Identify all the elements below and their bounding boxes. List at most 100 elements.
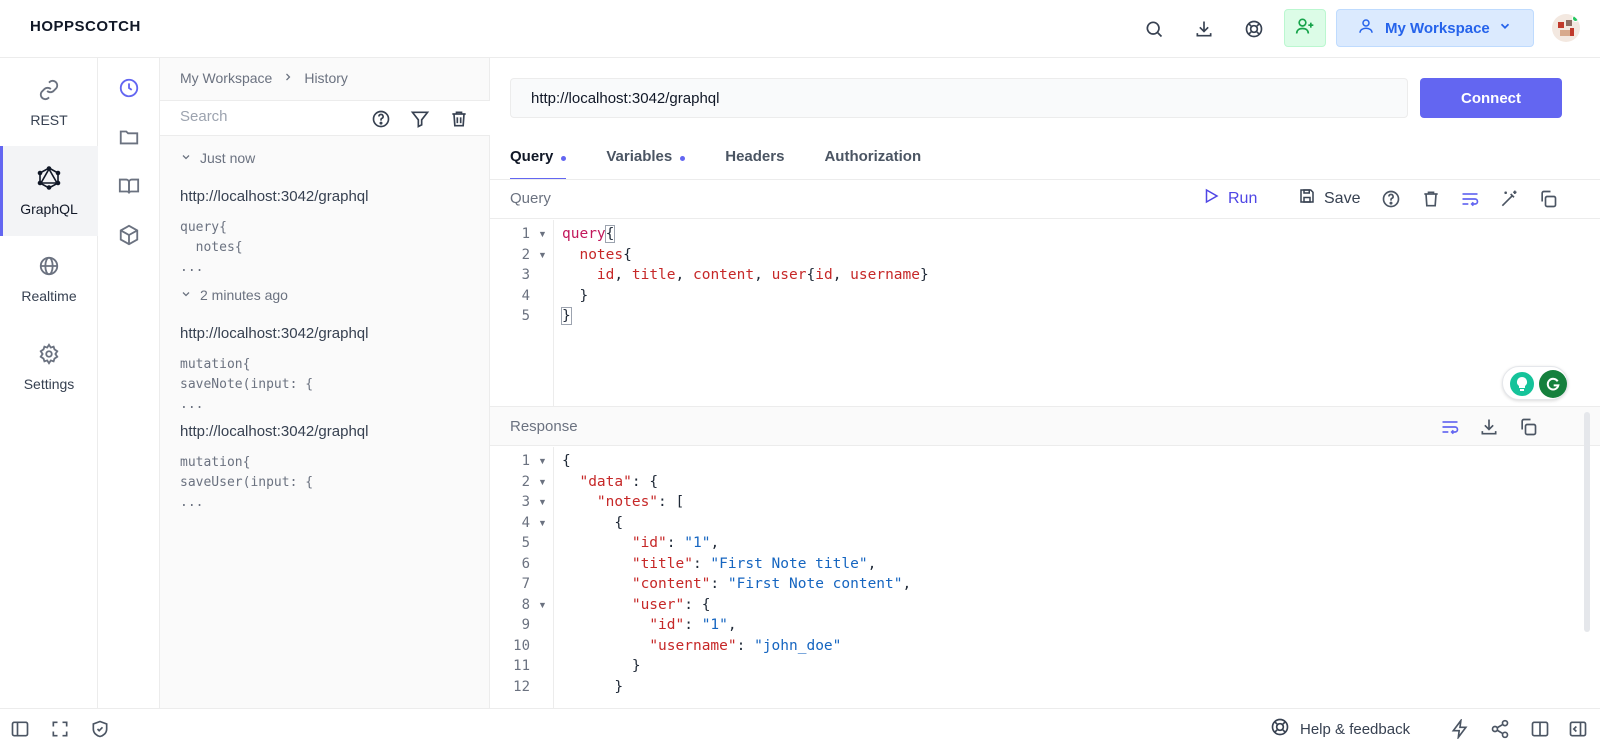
history-search-input[interactable]: [180, 108, 360, 125]
query-section-title: Query: [510, 190, 551, 207]
history-group-label: Just now: [200, 150, 256, 166]
share-icon[interactable]: [1488, 717, 1512, 741]
endpoint-url-input[interactable]: http://localhost:3042/graphql: [510, 78, 1408, 118]
folder-icon[interactable]: [115, 123, 143, 151]
trash-icon[interactable]: [447, 107, 471, 131]
tab-label: Query: [510, 148, 554, 165]
request-tabs: Query Variables Headers Authorization: [510, 144, 961, 180]
nav-item-graphql[interactable]: GraphQL: [0, 146, 98, 236]
tab-query[interactable]: Query: [510, 144, 567, 180]
history-entry-preview[interactable]: mutation{ saveUser(input: { ...: [180, 453, 313, 513]
nav-label: Settings: [23, 375, 75, 392]
brand-logo[interactable]: HOPPSCOTCH: [30, 18, 141, 35]
response-section-title: Response: [510, 418, 578, 435]
split-layout-icon[interactable]: [1528, 717, 1552, 741]
history-panel: My Workspace History Just now http:: [160, 58, 490, 708]
history-entry-url[interactable]: http://localhost:3042/graphql: [180, 423, 368, 440]
play-icon: [1202, 187, 1220, 210]
query-editor[interactable]: 1 ▼ 2 ▼ 3 4 5 query{ notes{ id, title, con…: [490, 220, 1600, 406]
search-icon[interactable]: [1140, 15, 1168, 43]
book-icon[interactable]: [115, 172, 143, 200]
help-circle-icon[interactable]: [1379, 187, 1403, 211]
modified-dot: [561, 156, 567, 161]
modified-dot: [680, 156, 686, 161]
nav-item-settings[interactable]: Settings: [0, 322, 98, 412]
workspace-selector-button[interactable]: My Workspace: [1336, 9, 1534, 47]
nav-label: Realtime: [21, 287, 77, 304]
magic-wand-icon[interactable]: [1497, 187, 1521, 211]
app-root: HOPPSCOTCH My Workspace REST GraphQL Rea…: [0, 0, 1600, 748]
response-viewer[interactable]: 1 ▼ 2 ▼ 3 ▼ 4 ▼ 5 6 7 8 ▼ 9 10 11 12 { "data"…: [490, 447, 1600, 708]
save-button[interactable]: Save: [1298, 187, 1360, 210]
collapse-sidebar-icon[interactable]: [1566, 717, 1590, 741]
gear-icon: [38, 342, 60, 368]
primary-nav-rail: REST GraphQL Realtime Settings: [0, 58, 98, 708]
bottom-status-bar: Help & feedback: [0, 708, 1600, 748]
wrap-lines-icon[interactable]: [1458, 187, 1482, 211]
tab-variables[interactable]: Variables: [606, 144, 686, 180]
download-icon[interactable]: [1190, 15, 1218, 43]
tab-label: Authorization: [824, 148, 922, 165]
query-gutter: 1 ▼ 2 ▼ 3 4 5: [490, 220, 554, 406]
nav-item-realtime[interactable]: Realtime: [0, 234, 98, 324]
sidebar-toggle-icon[interactable]: [8, 717, 32, 741]
history-group-toggle[interactable]: Just now: [180, 150, 255, 166]
avatar[interactable]: [1552, 14, 1580, 42]
main-panel: http://localhost:3042/graphql Connect Qu…: [490, 58, 1600, 708]
help-circle-icon[interactable]: [369, 107, 393, 131]
history-search-row: [160, 100, 490, 136]
connect-button[interactable]: Connect: [1420, 78, 1562, 118]
response-gutter: 1 ▼ 2 ▼ 3 ▼ 4 ▼ 5 6 7 8 ▼ 9 10 11 12: [490, 447, 554, 708]
run-button[interactable]: Run: [1202, 187, 1257, 210]
filter-icon[interactable]: [408, 107, 432, 131]
secondary-nav-rail: [98, 58, 160, 708]
grammarly-logo-icon: [1539, 370, 1567, 398]
graphql-icon: [37, 165, 61, 193]
response-scrollbar[interactable]: [1584, 412, 1590, 632]
shield-check-icon[interactable]: [88, 717, 112, 741]
nav-label: REST: [30, 111, 68, 128]
tab-label: Variables: [606, 148, 673, 165]
breadcrumb: My Workspace History: [180, 70, 348, 86]
history-entry-url[interactable]: http://localhost:3042/graphql: [180, 325, 368, 342]
nav-label: GraphQL: [20, 200, 78, 217]
response-json[interactable]: { "data": { "notes": [ { "id": "1", "tit…: [562, 451, 911, 697]
query-code[interactable]: query{ notes{ id, title, content, user{i…: [561, 224, 929, 327]
grammarly-widget[interactable]: [1502, 366, 1568, 400]
support-icon: [1270, 717, 1290, 741]
help-feedback-label: Help & feedback: [1300, 720, 1411, 738]
online-status-dot: [1572, 15, 1579, 22]
history-entry-preview[interactable]: query{ notes{ ...: [180, 218, 243, 278]
support-icon[interactable]: [1240, 15, 1268, 43]
chevron-down-icon: [180, 150, 192, 166]
breadcrumb-history: History: [304, 70, 348, 86]
history-entry-preview[interactable]: mutation{ saveNote(input: { ...: [180, 355, 313, 415]
workspace-label: My Workspace: [1385, 19, 1490, 37]
lightbulb-icon: [1510, 372, 1534, 396]
tab-headers[interactable]: Headers: [725, 144, 784, 180]
history-group-label: 2 minutes ago: [200, 287, 288, 303]
history-group-toggle[interactable]: 2 minutes ago: [180, 287, 288, 303]
tab-authorization[interactable]: Authorization: [824, 144, 921, 180]
nav-item-rest[interactable]: REST: [0, 58, 98, 148]
chevron-right-icon: [282, 70, 294, 86]
wrap-lines-icon[interactable]: [1438, 415, 1462, 439]
download-icon[interactable]: [1477, 415, 1501, 439]
chevron-down-icon: [1498, 19, 1512, 37]
copy-icon[interactable]: [1536, 187, 1560, 211]
breadcrumb-workspace[interactable]: My Workspace: [180, 70, 272, 86]
copy-icon[interactable]: [1516, 415, 1540, 439]
history-icon[interactable]: [115, 74, 143, 102]
user-icon: [1357, 17, 1375, 39]
history-entry-url[interactable]: http://localhost:3042/graphql: [180, 188, 368, 205]
invite-user-button[interactable]: [1284, 9, 1326, 47]
save-icon: [1298, 187, 1316, 210]
help-feedback-button[interactable]: Help & feedback: [1270, 717, 1410, 741]
fullscreen-icon[interactable]: [48, 717, 72, 741]
trash-icon[interactable]: [1419, 187, 1443, 211]
save-label: Save: [1324, 189, 1361, 207]
lightning-icon[interactable]: [1448, 717, 1472, 741]
cube-icon[interactable]: [115, 221, 143, 249]
response-toolbar: Response: [490, 406, 1600, 446]
link-icon: [38, 79, 60, 104]
